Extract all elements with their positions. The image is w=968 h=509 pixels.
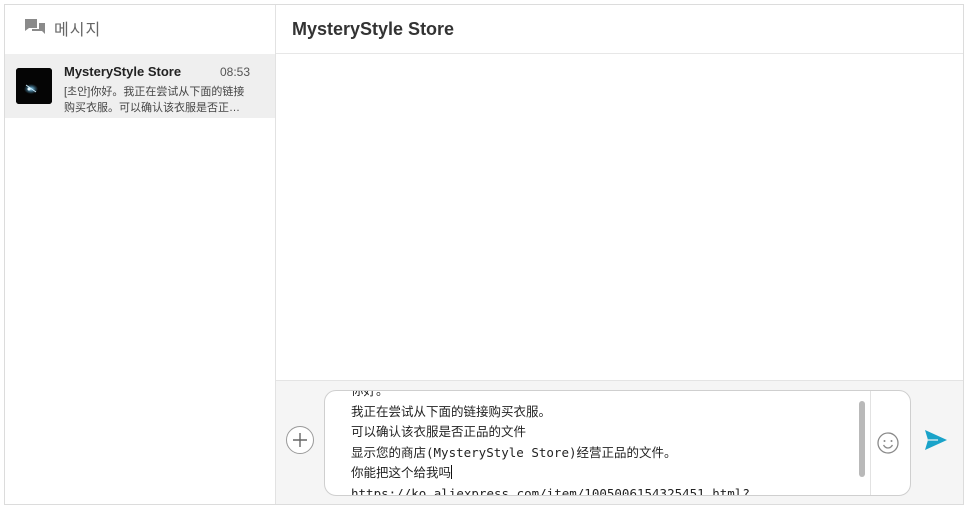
conversation-item[interactable]: MysteryStyle Store 08:53 [초안]你好。我正在尝试从下面… — [5, 54, 275, 118]
send-icon[interactable] — [924, 429, 948, 451]
message-line: 你好。 — [351, 390, 389, 398]
message-line: 显示您的商店(MysteryStyle Store)经营正品的文件。 — [351, 444, 677, 460]
conversation-name: MysteryStyle Store — [64, 64, 182, 79]
add-attachment-button[interactable] — [286, 426, 314, 454]
chat-panel: MysteryStyle Store 你好。 我正在尝试从下面的链接购买衣服。 … — [276, 5, 963, 504]
message-input-text[interactable]: 你好。 我正在尝试从下面的链接购买衣服。 可以确认该衣服是否正品的文件 显示您的… — [351, 390, 856, 496]
text-caret — [451, 465, 453, 479]
input-divider — [870, 391, 871, 495]
message-line: 我正在尝试从下面的链接购买衣服。 — [351, 403, 552, 419]
chat-bubbles-icon — [25, 18, 45, 34]
conversation-time: 08:53 — [219, 65, 250, 79]
composer: 你好。 我正在尝试从下面的链接购买衣服。 可以确认该衣服是否正品的文件 显示您的… — [276, 380, 963, 504]
message-line: https://ko.aliexpress.com/item/100500615… — [351, 485, 750, 496]
conversation-top: MysteryStyle Store 08:53 — [64, 64, 250, 79]
sidebar-title: 메시지 — [54, 21, 102, 39]
messenger-window: 메시지 MysteryStyle Store 08:53 [초안]你好。我正在尝… — [4, 4, 964, 505]
sidebar-header: 메시지 — [5, 5, 275, 50]
message-line: 你能把这个给我吗 — [351, 465, 452, 480]
plus-icon — [293, 433, 307, 447]
smiley-icon[interactable] — [876, 431, 900, 455]
scrollbar-thumb[interactable] — [859, 401, 865, 477]
store-avatar — [16, 68, 52, 104]
message-input[interactable]: 你好。 我正在尝试从下面的链接购买衣服。 可以确认该衣服是否正品的文件 显示您的… — [324, 390, 911, 496]
chat-title: MysteryStyle Store — [276, 5, 963, 54]
input-scrollbar[interactable] — [857, 399, 867, 489]
conversation-preview: [초안]你好。我正在尝试从下面的链接购买衣服。可以确认该衣服是否正… — [64, 86, 245, 114]
conversation-body: MysteryStyle Store 08:53 [초안]你好。我正在尝试从下面… — [64, 64, 250, 116]
sidebar: 메시지 MysteryStyle Store 08:53 [초안]你好。我正在尝… — [5, 5, 276, 504]
message-area — [276, 54, 963, 380]
message-line: 可以确认该衣服是否正品的文件 — [351, 424, 527, 439]
